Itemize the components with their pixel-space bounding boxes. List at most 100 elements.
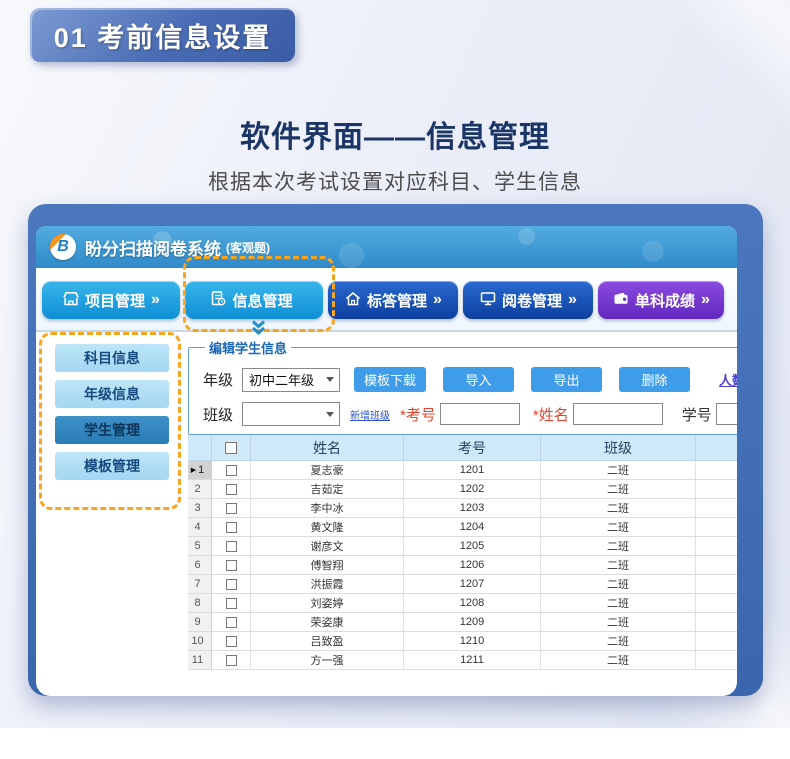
header-name: 姓名 [251,435,404,461]
cell-name: 方一强 [251,651,404,670]
sidebar: 科目信息 年级信息 学生管理 模板管理 [36,332,188,696]
table-row[interactable]: ▶1 夏志豪 1201 二班 [188,461,737,480]
cell-name: 夏志豪 [251,461,404,480]
chevrons-right-icon: » [433,291,442,309]
cell-class: 二班 [541,480,696,499]
student-table: 姓名 考号 班级 ▶1 夏志豪 1201 二班 [188,435,737,670]
header-class: 班级 [541,435,696,461]
fieldset-legend: 编辑学生信息 [205,338,291,357]
nav-label: 单科成绩 [635,290,695,311]
template-download-button[interactable]: 模板下载 [354,367,426,392]
table-header-row: 姓名 考号 班级 [188,435,737,461]
form-row-class: 班级 新增班级 *考号 *姓名 学号 [203,402,737,426]
cell-exam-no: 1208 [404,594,541,613]
cell-exam-no: 1211 [404,651,541,670]
grade-select-value: 初中二年级 [249,370,314,389]
cell-class: 二班 [541,499,696,518]
row-number: 10 [191,635,203,647]
cell-name: 洪振霞 [251,575,404,594]
cell-class: 二班 [541,613,696,632]
row-checkbox[interactable] [226,636,237,647]
table-row[interactable]: 4 黄文隆 1204 二班 [188,518,737,537]
row-checkbox[interactable] [226,655,237,666]
cell-extra [696,594,737,613]
nav-project-management-button[interactable]: 项目管理 » [42,281,180,319]
row-checkbox[interactable] [226,503,237,514]
row-number: 5 [194,540,200,552]
cell-exam-no: 1210 [404,632,541,651]
cell-name: 吉茹定 [251,480,404,499]
row-checkbox[interactable] [226,560,237,571]
row-checkbox[interactable] [226,541,237,552]
row-number: 1 [198,464,204,476]
student-name-label: *姓名 [533,404,569,425]
exam-no-input[interactable] [440,403,520,425]
nav-label: 标答管理 [367,290,427,311]
select-all-checkbox[interactable] [225,442,237,454]
table-row[interactable]: 5 谢彦文 1205 二班 [188,537,737,556]
cell-class: 二班 [541,651,696,670]
row-checkbox[interactable] [226,465,237,476]
app-title: 盼分扫描阅卷系统 [85,235,221,260]
cell-exam-no: 1204 [404,518,541,537]
sidebar-item-template-management[interactable]: 模板管理 [55,452,169,480]
sidebar-item-label: 学生管理 [84,420,140,440]
student-name-input[interactable] [573,403,663,425]
cell-name: 刘姿婷 [251,594,404,613]
row-checkbox[interactable] [226,484,237,495]
sidebar-item-grade-info[interactable]: 年级信息 [55,380,169,408]
exam-no-label: *考号 [400,404,436,425]
cell-exam-no: 1205 [404,537,541,556]
cell-extra [696,613,737,632]
row-checkbox[interactable] [226,598,237,609]
import-button[interactable]: 导入 [443,367,514,392]
sidebar-item-subject-info[interactable]: 科目信息 [55,344,169,372]
table-row[interactable]: 2 吉茹定 1202 二班 [188,480,737,499]
app-title-suffix: (客观题) [226,239,270,256]
sidebar-item-student-management[interactable]: 学生管理 [55,416,169,444]
nav-single-subject-score-button[interactable]: 单科成绩 » [598,281,724,319]
delete-button[interactable]: 删除 [619,367,690,392]
cell-name: 荣姿康 [251,613,404,632]
table-row[interactable]: 11 方一强 1211 二班 [188,651,737,670]
app-logo-icon: B [50,234,76,260]
table-row[interactable]: 7 洪振霞 1207 二班 [188,575,737,594]
student-no-input[interactable] [716,403,737,425]
table-row[interactable]: 9 荣姿康 1209 二班 [188,613,737,632]
double-chevron-down-icon [250,320,267,340]
nav-grading-management-button[interactable]: 阅卷管理 » [463,281,593,319]
nav-answer-key-management-button[interactable]: 标答管理 » [328,281,458,319]
cell-name: 吕致盈 [251,632,404,651]
student-count-link[interactable]: 人数统计 [719,370,737,389]
export-button[interactable]: 导出 [531,367,602,392]
section-badge-label: 01 考前信息设置 [54,16,272,55]
row-number: 4 [194,521,200,533]
grade-select[interactable]: 初中二年级 [242,368,340,392]
cell-exam-no: 1207 [404,575,541,594]
app-window: B 盼分扫描阅卷系统 (客观题) 项目管理 » [28,204,763,696]
nav-label: 信息管理 [232,290,292,311]
cell-exam-no: 1201 [404,461,541,480]
row-checkbox[interactable] [226,522,237,533]
add-class-link[interactable]: 新增班级 [350,407,390,422]
class-select[interactable] [242,402,340,426]
row-checkbox[interactable] [226,579,237,590]
sidebar-item-label: 年级信息 [84,384,140,404]
header-checkbox-cell [212,435,251,461]
table-row[interactable]: 8 刘姿婷 1208 二班 [188,594,737,613]
row-marker-icon: ▶ [191,466,196,474]
cell-name: 谢彦文 [251,537,404,556]
cell-exam-no: 1203 [404,499,541,518]
cell-class: 二班 [541,461,696,480]
app-titlebar: B 盼分扫描阅卷系统 (客观题) [36,226,737,268]
wallet-icon [612,290,630,311]
table-row[interactable]: 10 吕致盈 1210 二班 [188,632,737,651]
row-checkbox[interactable] [226,617,237,628]
main-panel: 编辑学生信息 年级 初中二年级 模板下载 导入 导出 删除 人数统计 [188,332,737,696]
table-row[interactable]: 6 傅智翔 1206 二班 [188,556,737,575]
row-number: 3 [194,502,200,514]
section-badge: 01 考前信息设置 [30,8,295,62]
nav-info-management-button[interactable]: 信息管理 [185,281,323,319]
table-row[interactable]: 3 李中冰 1203 二班 [188,499,737,518]
sidebar-item-label: 科目信息 [84,348,140,368]
